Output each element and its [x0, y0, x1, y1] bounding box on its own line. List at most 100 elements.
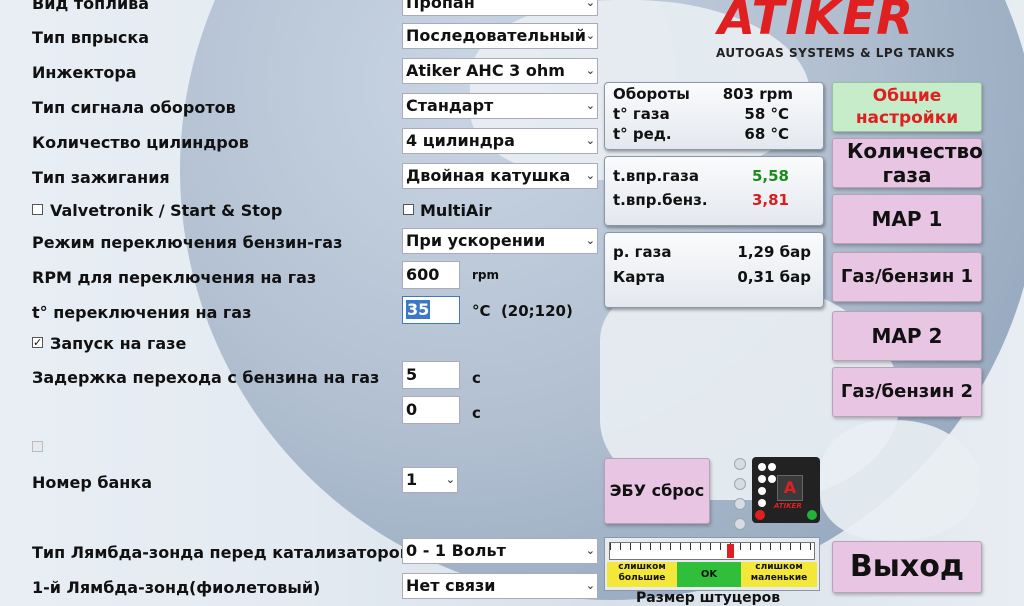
map1-label: MAP 1 [871, 207, 943, 231]
led-icon [768, 475, 776, 483]
lambda-type-label: Тип Лямбда-зонда перед катализатором [32, 543, 413, 562]
chevron-down-icon: ⌄ [585, 29, 595, 42]
extra-checkbox[interactable] [32, 441, 43, 452]
switch-temp-input[interactable]: 35 [402, 296, 460, 324]
status-leds [734, 458, 746, 530]
multiair-checkbox[interactable] [403, 204, 414, 215]
too-small-zone: слишком маленькие [741, 562, 817, 587]
start-on-gas-label: Запуск на газе [50, 334, 187, 353]
gas-temp-label: t° газа [613, 105, 670, 123]
led-icon [758, 463, 766, 471]
reducer-temp-label: t° ред. [613, 125, 672, 143]
panel-row: Карта 0,31 бар [605, 268, 823, 288]
bank-number-label: Номер банка [32, 473, 153, 492]
multiair-label: MultiAir [420, 201, 492, 220]
switch-mode-value: При ускорении [406, 231, 546, 250]
cylinders-label: Количество цилиндров [32, 133, 249, 152]
rpm-value: 803 rpm [722, 85, 793, 103]
cylinders-value: 4 цилиндра [406, 131, 515, 150]
injection-type-value: Последовательный [406, 26, 586, 45]
panel-row: Обороты 803 rpm [605, 85, 823, 105]
chevron-down-icon: ⌄ [585, 234, 595, 247]
injection-type-label: Тип впрыска [32, 28, 149, 47]
switch-mode-label: Режим переключения бензин-газ [32, 233, 343, 252]
injection-type-select[interactable]: Последовательный ⌄ [402, 23, 598, 49]
chevron-down-icon: ⌄ [585, 169, 595, 182]
general-settings-button[interactable]: Общие настройки [832, 82, 982, 132]
second-delay-input[interactable]: 0 [402, 396, 460, 424]
gas-pressure-label: р. газа [613, 243, 672, 261]
chevron-down-icon: ⌄ [585, 579, 595, 592]
fuel-type-select[interactable]: Пропан ⌄ [402, 0, 598, 16]
panel-row: р. газа 1,29 бар [605, 243, 823, 268]
pressure-panel: р. газа 1,29 бар Карта 0,31 бар [604, 232, 824, 308]
ecu-reset-button[interactable]: ЭБУ сброс [604, 458, 710, 524]
led-icon [734, 518, 746, 530]
gas-quantity-button[interactable]: Количество газа [832, 138, 983, 188]
led-icon [734, 478, 746, 490]
lambda1-select[interactable]: Нет связи ⌄ [402, 573, 598, 599]
gauge-scale [609, 542, 815, 560]
fuel-type-value: Пропан [406, 0, 475, 12]
injector-select[interactable]: Atiker AHC 3 ohm ⌄ [402, 58, 598, 84]
reducer-temp-value: 68 °C [744, 125, 789, 143]
gas-inj-time-value: 5,58 [751, 167, 789, 185]
map-pressure-label: Карта [613, 268, 665, 286]
gas-pressure-value: 1,29 бар [737, 243, 811, 261]
atiker-logo: ATIKER AUTOGAS SYSTEMS & LPG TANKS [712, 0, 962, 60]
injection-time-panel: t.впр.газа 5,58 t.впр.бенз. 3,81 [604, 156, 824, 226]
petrol-inj-time-label: t.впр.бенз. [613, 191, 708, 209]
too-big-zone: слишком большие [607, 562, 677, 587]
ok-zone: OK [677, 562, 741, 587]
exit-button[interactable]: Выход [832, 541, 982, 593]
lambda1-value: Нет связи [406, 576, 496, 595]
switch-delay-unit: с [472, 369, 481, 387]
lambda-type-select[interactable]: 0 - 1 Вольт ⌄ [402, 538, 598, 564]
gas-temp-value: 58 °C [744, 105, 789, 123]
lambda1-label: 1-й Лямбда-зонд(фиолетовый) [32, 578, 321, 597]
switch-rpm-input[interactable]: 600 [402, 261, 460, 289]
switch-button-icon: A [777, 475, 803, 501]
rpm-signal-label: Тип сигнала оборотов [32, 98, 236, 117]
bank-number-value: 1 [406, 470, 418, 489]
logo-wordmark: ATIKER [718, 0, 915, 46]
injector-label: Инжектора [32, 63, 137, 82]
gas-inj-time-label: t.впр.газа [613, 167, 699, 185]
switch-delay-input[interactable]: 5 [402, 361, 460, 389]
bank-number-select[interactable]: 1 ⌄ [402, 467, 458, 493]
red-led-icon [755, 510, 765, 520]
gas-petrol1-label: Газ/бензин 1 [840, 266, 974, 287]
panel-row: t° газа 58 °C [605, 105, 823, 125]
panel-row: t.впр.бенз. 3,81 [605, 191, 823, 211]
gauge-indicator [727, 544, 735, 558]
switch-mode-select[interactable]: При ускорении ⌄ [402, 228, 598, 254]
led-icon [734, 498, 746, 510]
led-icon [734, 458, 746, 470]
switch-delay-label: Задержка перехода с бензина на газ [32, 368, 380, 387]
ignition-label: Тип зажигания [32, 168, 170, 187]
switch-rpm-unit: rpm [472, 268, 500, 282]
map-pressure-value: 0,31 бар [737, 268, 811, 286]
second-delay-unit: с [472, 404, 481, 422]
nozzle-size-caption: Размер штуцеров [636, 590, 781, 606]
logo-tagline: AUTOGAS SYSTEMS & LPG TANKS [716, 46, 956, 60]
start-on-gas-checkbox[interactable]: ✓ [32, 337, 43, 348]
map2-label: MAP 2 [871, 324, 943, 348]
valvetronik-label: Valvetronik / Start & Stop [50, 201, 283, 220]
gas-petrol2-button[interactable]: Газ/бензин 2 [832, 367, 982, 417]
map2-button[interactable]: MAP 2 [832, 311, 982, 361]
rpm-signal-select[interactable]: Стандарт ⌄ [402, 93, 598, 119]
valvetronik-checkbox[interactable] [32, 204, 43, 215]
chevron-down-icon: ⌄ [585, 64, 595, 77]
rpm-label: Обороты [613, 85, 690, 103]
gas-petrol1-button[interactable]: Газ/бензин 1 [832, 252, 982, 302]
gas-petrol2-label: Газ/бензин 2 [840, 381, 974, 402]
cylinders-select[interactable]: 4 цилиндра ⌄ [402, 128, 598, 154]
led-icon [758, 475, 766, 483]
controller-logo: ATIKER [774, 502, 802, 510]
general-settings-label: Общие настройки [855, 86, 959, 128]
fuel-type-label: Вид топлива [32, 0, 150, 13]
map1-button[interactable]: MAP 1 [832, 194, 982, 244]
ignition-select[interactable]: Двойная катушка ⌄ [402, 163, 598, 189]
controller-switch-icon[interactable]: A ATIKER [752, 457, 820, 523]
